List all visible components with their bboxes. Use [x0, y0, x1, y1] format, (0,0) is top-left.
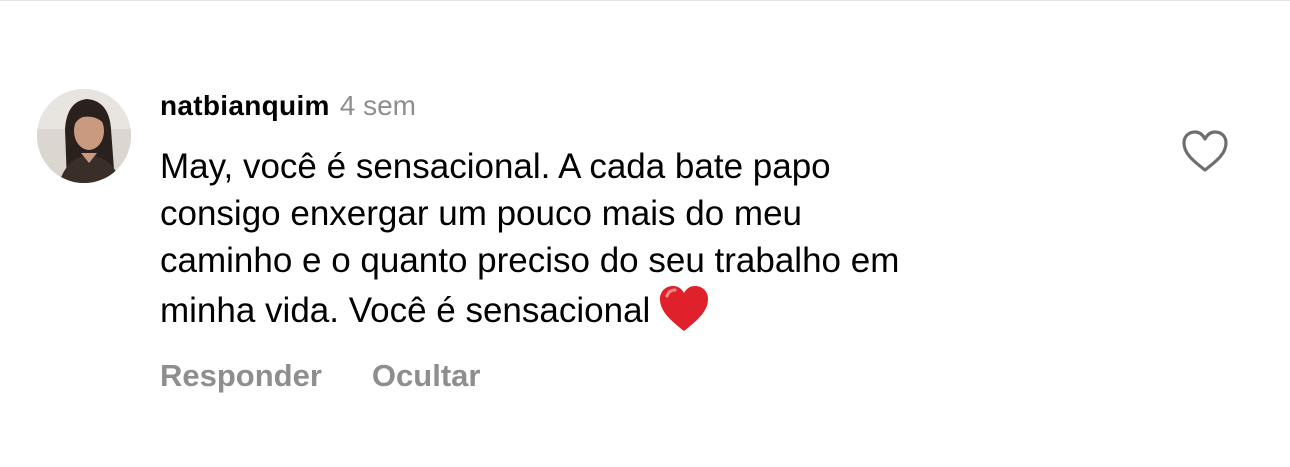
- avatar-image: [37, 89, 131, 183]
- heart-emoji-icon: [658, 284, 710, 334]
- comment-actions: Responder Ocultar: [160, 358, 480, 394]
- comment-header: natbianquim 4 sem: [160, 90, 416, 128]
- comment-text-line: consigo enxergar um pouco mais do meu: [160, 194, 803, 233]
- comment-text-line: minha vida. Você é sensacional: [160, 291, 651, 330]
- comment-text-line: May, você é sensacional. A cada bate pap…: [160, 147, 831, 186]
- avatar[interactable]: [37, 89, 131, 183]
- comment-text: May, você é sensacional. A cada bate pap…: [160, 143, 1120, 334]
- username[interactable]: natbianquim: [160, 90, 330, 122]
- hide-button[interactable]: Ocultar: [372, 358, 481, 394]
- like-button[interactable]: [1180, 128, 1230, 174]
- comment-timestamp: 4 sem: [339, 90, 416, 121]
- reply-button[interactable]: Responder: [160, 358, 322, 394]
- comment-text-line: caminho e o quanto preciso do seu trabal…: [160, 241, 900, 280]
- comment-item: natbianquim 4 sem May, você é sensaciona…: [0, 0, 1290, 467]
- heart-outline-icon: [1182, 130, 1228, 172]
